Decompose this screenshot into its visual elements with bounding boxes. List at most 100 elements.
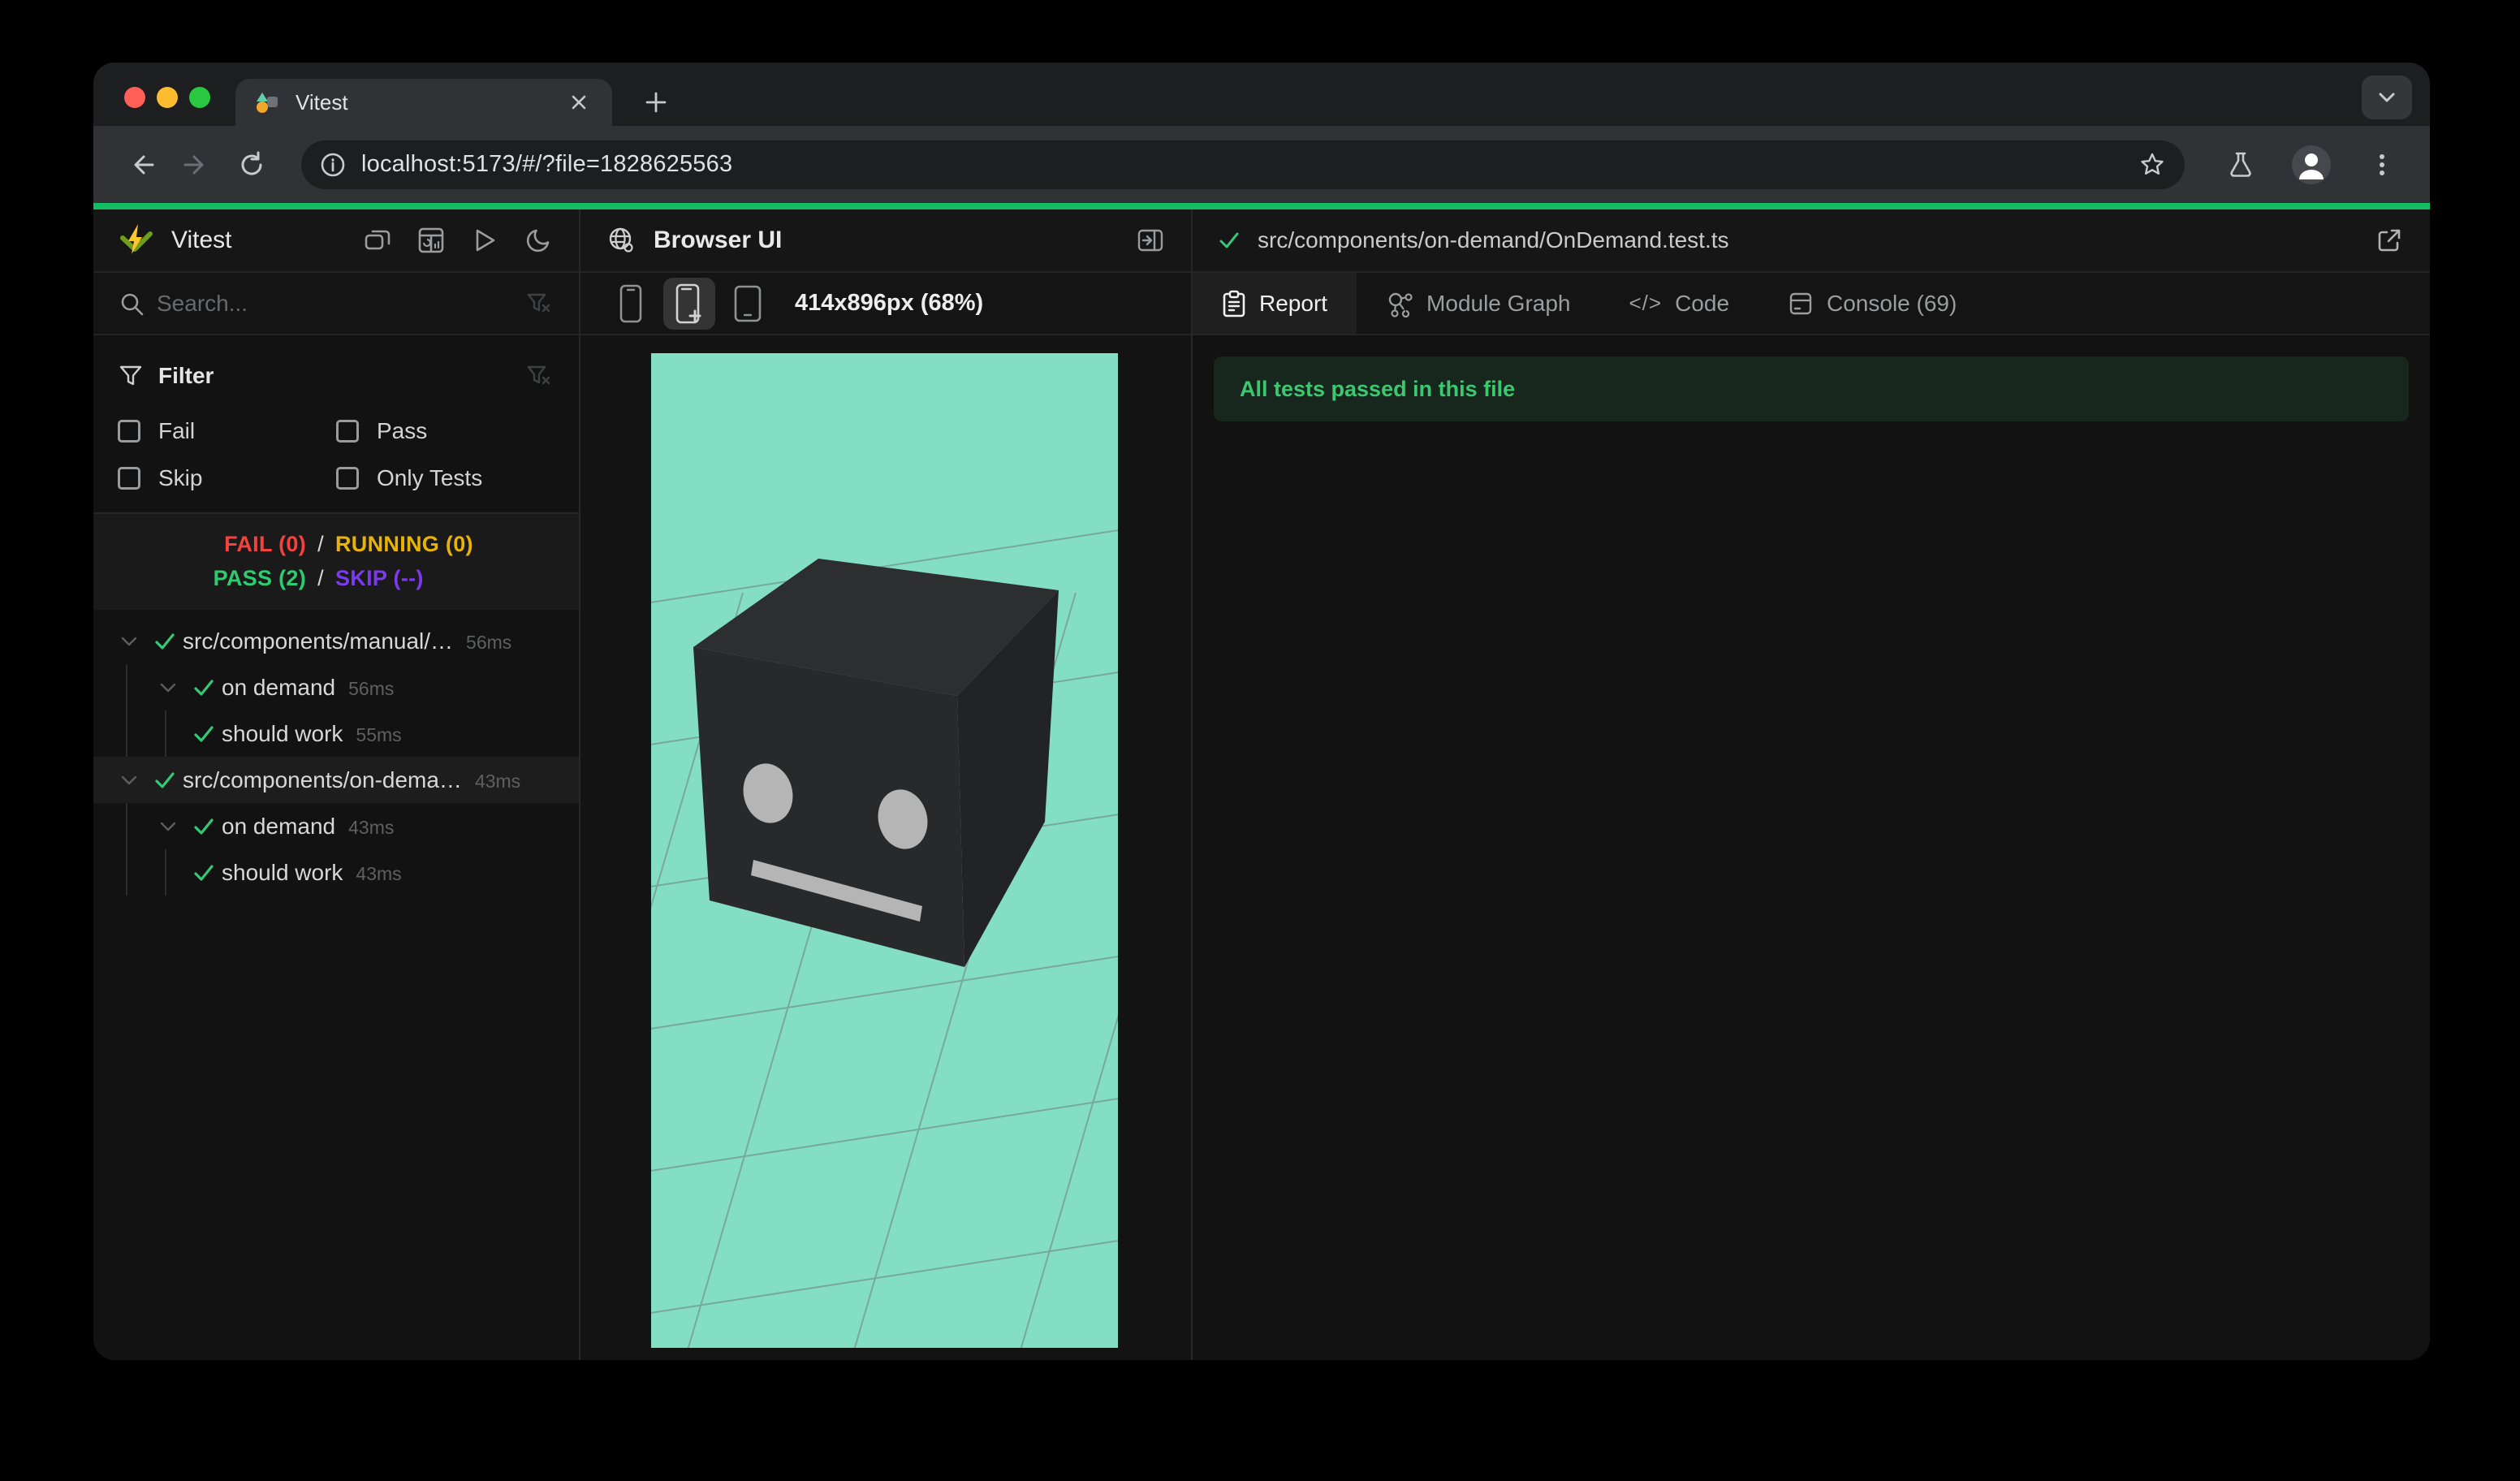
test-file-row[interactable]: src/components/manual/… 56ms <box>93 618 579 664</box>
preview-title: Browser UI <box>654 227 783 253</box>
sidebar: Vitest Search... Filter Fail Pass Skip O… <box>93 209 579 1360</box>
clear-search-filter-icon[interactable] <box>522 287 554 320</box>
separator: / <box>317 531 324 556</box>
test-label: on demand <box>222 813 336 839</box>
open-external-icon[interactable] <box>2373 224 2406 257</box>
test-file-path: src/components/on-demand/OnDemand.test.t… <box>1258 227 1729 253</box>
tab-search-button[interactable] <box>2362 76 2412 119</box>
checkbox-label: Skip <box>158 465 203 490</box>
back-button[interactable] <box>118 141 165 188</box>
funnel-icon <box>118 360 144 392</box>
experiments-flask-icon[interactable] <box>2217 141 2264 188</box>
test-label: on demand <box>222 674 336 700</box>
summary-line-2: PASS (2) / SKIP (--) <box>93 561 579 595</box>
pass-check-icon <box>186 815 222 838</box>
device-phone-small-button[interactable] <box>605 278 657 330</box>
filter-checkbox-skip[interactable]: Skip <box>118 465 336 491</box>
checkbox-label: Pass <box>377 418 428 443</box>
robot-cube <box>693 559 1059 967</box>
chevron-down-icon[interactable] <box>150 821 186 832</box>
site-info-icon[interactable] <box>319 151 347 179</box>
dashboard-icon[interactable] <box>415 224 447 257</box>
filter-checkbox-fail[interactable]: Fail <box>118 418 336 444</box>
test-suite-row[interactable]: on demand 56ms <box>93 664 579 710</box>
tab-report[interactable]: Report <box>1193 273 1357 334</box>
search-input[interactable] <box>157 290 522 317</box>
code-icon: </> <box>1629 291 1663 315</box>
tab-console[interactable]: Console (69) <box>1758 273 1986 334</box>
dark-mode-moon-icon[interactable] <box>522 224 554 257</box>
viewport-size-label: 414x896px (68%) <box>795 290 984 316</box>
checkbox-label: Fail <box>158 418 196 443</box>
test-suite-row[interactable]: on demand 43ms <box>93 803 579 849</box>
filter-checkbox-pass[interactable]: Pass <box>336 418 554 444</box>
tab-strip: Vitest <box>93 63 2430 126</box>
device-tablet-button[interactable] <box>722 278 774 330</box>
chevron-down-icon[interactable] <box>111 775 147 786</box>
new-tab-button[interactable] <box>636 82 676 123</box>
pass-check-icon <box>186 676 222 699</box>
profile-avatar[interactable] <box>2292 145 2331 184</box>
report-content: All tests passed in this file <box>1193 335 2430 1360</box>
running-count: RUNNING (0) <box>335 531 473 556</box>
bookmark-star-icon[interactable] <box>2138 150 2167 179</box>
filter-checkbox-only-tests[interactable]: Only Tests <box>336 465 554 491</box>
browser-tab[interactable]: Vitest <box>235 79 612 126</box>
filter-section: Filter Fail Pass Skip Only Tests <box>93 335 579 512</box>
pass-check-icon <box>186 723 222 745</box>
toolbar-actions <box>2211 141 2406 188</box>
file-pass-check-icon <box>1217 228 1241 253</box>
tab-module-graph[interactable]: Module Graph <box>1357 273 1599 334</box>
checkbox-icon[interactable] <box>118 420 140 443</box>
forward-button[interactable] <box>173 141 220 188</box>
browser-window: Vitest localhost:5173/#/?file=1828625563 <box>93 63 2430 1360</box>
tab-close-icon[interactable] <box>565 89 593 116</box>
checkbox-label: Only Tests <box>377 465 483 490</box>
address-bar[interactable]: localhost:5173/#/?file=1828625563 <box>301 140 2185 189</box>
vitest-favicon <box>255 89 281 115</box>
tab-code[interactable]: </> Code <box>1599 273 1758 334</box>
checkbox-icon[interactable] <box>336 467 359 490</box>
all-tests-passed-banner: All tests passed in this file <box>1214 356 2409 421</box>
tab-title: Vitest <box>296 89 348 114</box>
preview-canvas-area <box>580 335 1191 1360</box>
console-icon <box>1788 291 1814 317</box>
test-duration: 56ms <box>466 632 512 653</box>
maximize-window-button[interactable] <box>189 87 210 108</box>
search-icon <box>118 287 145 320</box>
pass-check-icon <box>186 861 222 884</box>
checkbox-icon[interactable] <box>118 467 140 490</box>
test-label: should work <box>222 859 343 885</box>
menu-kebab-icon[interactable] <box>2358 141 2406 188</box>
tab-label: Module Graph <box>1426 290 1571 316</box>
browser-toolbar: localhost:5173/#/?file=1828625563 <box>93 126 2430 203</box>
test-label: should work <box>222 720 343 746</box>
tab-label: Code <box>1675 290 1730 316</box>
separator: / <box>317 565 324 590</box>
chevron-down-icon[interactable] <box>150 682 186 693</box>
chevron-down-icon[interactable] <box>111 636 147 647</box>
tab-label: Console (69) <box>1827 290 1957 316</box>
test-duration: 56ms <box>348 678 395 699</box>
window-controls <box>124 87 210 108</box>
clear-filter-icon[interactable] <box>522 360 554 392</box>
checkbox-icon[interactable] <box>336 420 359 443</box>
test-tree: src/components/manual/… 56ms on demand 5… <box>93 610 579 896</box>
report-clipboard-icon <box>1222 290 1246 317</box>
pass-check-icon <box>147 630 183 653</box>
test-duration: 55ms <box>356 724 402 745</box>
summary-line-1: FAIL (0) / RUNNING (0) <box>93 527 579 561</box>
collapse-tests-icon[interactable] <box>361 224 394 257</box>
fail-count: FAIL (0) <box>224 531 306 556</box>
run-all-icon[interactable] <box>468 224 501 257</box>
minimize-window-button[interactable] <box>157 87 178 108</box>
test-file-row-selected[interactable]: src/components/on-dema… 43ms <box>93 757 579 803</box>
reload-button[interactable] <box>228 141 275 188</box>
dock-panel-right-icon[interactable] <box>1134 224 1167 257</box>
close-window-button[interactable] <box>124 87 145 108</box>
device-phone-plus-button[interactable] <box>663 277 715 330</box>
test-progress-bar <box>93 203 2430 209</box>
module-graph-icon <box>1386 290 1413 317</box>
rendered-test-scene[interactable] <box>651 353 1118 1348</box>
sidebar-title: Vitest <box>171 227 232 253</box>
